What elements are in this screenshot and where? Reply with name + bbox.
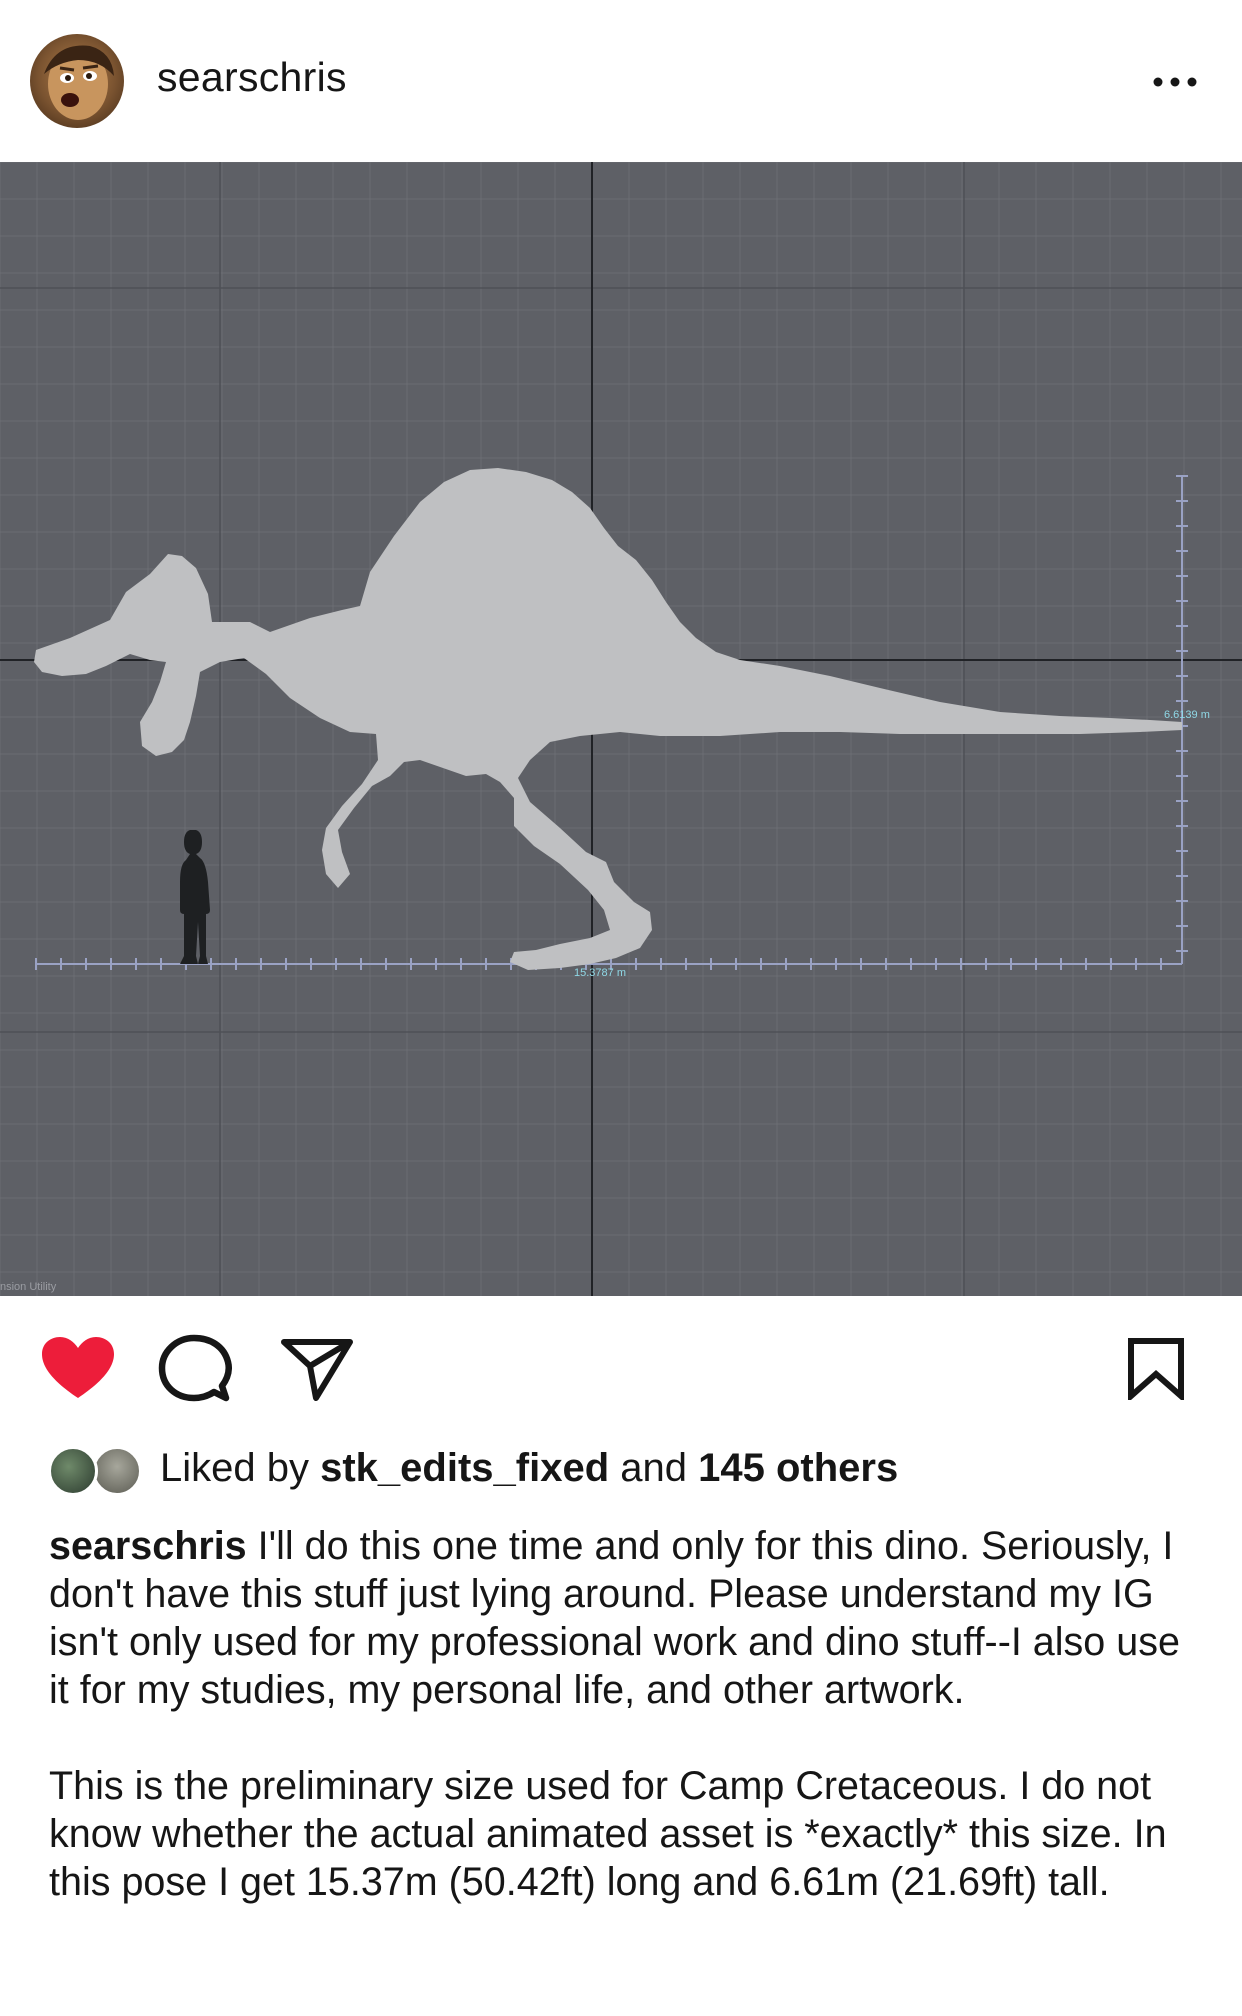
likes-row: Liked by stk_edits_fixed and 145 others bbox=[0, 1440, 1242, 1500]
post-username[interactable]: searschris bbox=[157, 54, 347, 101]
likes-middle: and bbox=[609, 1446, 699, 1490]
viewport-label: nsion Utility bbox=[0, 1281, 57, 1293]
caption-paragraph: searschris I'll do this one time and onl… bbox=[49, 1522, 1209, 1714]
instagram-post-page: searschris 6.6139 m 15.3787 m nsion Util… bbox=[0, 0, 1242, 2016]
post-image[interactable]: 6.6139 m 15.3787 m nsion Utility bbox=[0, 162, 1242, 1296]
user-avatar[interactable] bbox=[30, 34, 124, 128]
viewport-render: 6.6139 m 15.3787 m nsion Utility bbox=[0, 162, 1242, 1296]
post-caption: searschris I'll do this one time and onl… bbox=[49, 1522, 1209, 1954]
likes-summary[interactable]: Liked by stk_edits_fixed and 145 others bbox=[160, 1446, 898, 1491]
comment-bubble-icon[interactable] bbox=[158, 1334, 238, 1414]
post-header: searschris bbox=[0, 0, 1242, 160]
bookmark-icon[interactable] bbox=[1126, 1336, 1206, 1416]
action-bar bbox=[0, 1296, 1242, 1426]
caption-text-2: This is the preliminary size used for Ca… bbox=[49, 1764, 1167, 1904]
likes-prefix: Liked by bbox=[160, 1446, 321, 1490]
height-measure-label: 6.6139 m bbox=[1164, 709, 1210, 721]
heart-filled-icon[interactable] bbox=[38, 1334, 118, 1414]
ellipsis-icon[interactable] bbox=[1150, 62, 1200, 102]
liker-avatar[interactable] bbox=[48, 1446, 98, 1496]
paper-plane-icon[interactable] bbox=[280, 1336, 360, 1416]
length-measure-label: 15.3787 m bbox=[574, 967, 626, 979]
likes-count-others[interactable]: 145 others bbox=[698, 1446, 898, 1490]
avatar-face bbox=[44, 45, 114, 120]
first-liker-username[interactable]: stk_edits_fixed bbox=[320, 1446, 609, 1490]
liker-avatar[interactable] bbox=[92, 1446, 142, 1496]
caption-username[interactable]: searschris bbox=[49, 1524, 247, 1568]
